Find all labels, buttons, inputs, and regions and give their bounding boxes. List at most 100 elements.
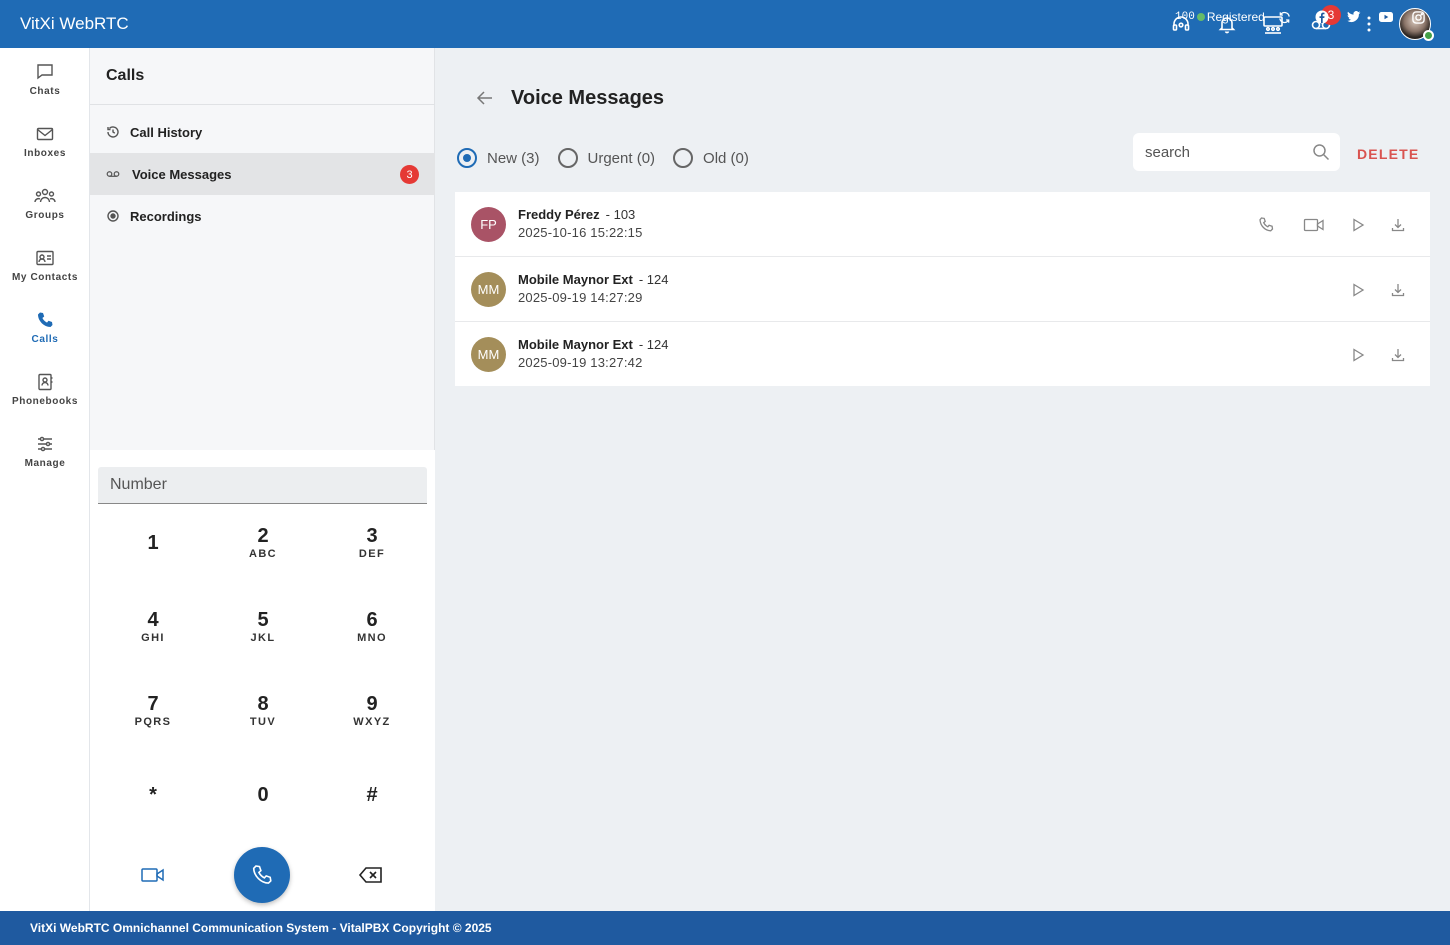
backspace-button[interactable] [356, 860, 386, 890]
chat-icon [37, 63, 53, 79]
caller-name: Mobile Maynor Ext - 124 [518, 272, 669, 287]
registered-dot [1196, 13, 1205, 21]
key-digit: 7 [147, 693, 159, 715]
radio-old[interactable]: Old (0) [673, 148, 749, 168]
registration-status: 100 Registered [1175, 10, 1265, 24]
delete-button[interactable]: DELETE [1357, 146, 1419, 162]
voicemail-icon [106, 167, 120, 181]
caller-extension: - 124 [638, 337, 669, 352]
menu-label: Call History [130, 124, 203, 140]
key-star[interactable]: * [113, 767, 193, 823]
contact-card-icon [36, 250, 54, 265]
nav-calls[interactable]: Calls [0, 296, 90, 358]
nav-label: My Contacts [11, 271, 79, 283]
video-camera-icon [141, 868, 164, 882]
radio-circle [457, 148, 477, 168]
key-7[interactable]: 7 PQRS [113, 683, 193, 739]
avatar: MM [471, 272, 506, 307]
sliders-icon [38, 436, 52, 451]
key-9[interactable]: 9 WXYZ [332, 683, 412, 739]
key-digit: 0 [257, 784, 269, 806]
download-icon[interactable] [1387, 214, 1409, 236]
nav-manage[interactable]: Manage [0, 420, 90, 482]
back-arrow-icon[interactable] [475, 88, 495, 113]
envelope-icon [36, 127, 54, 140]
key-2[interactable]: 2 ABC [223, 515, 303, 571]
search-icon[interactable] [1312, 143, 1330, 166]
caller-extension: - 124 [638, 272, 669, 287]
download-icon[interactable] [1387, 344, 1409, 366]
menu-label: Voice Messages [132, 166, 232, 182]
nav-chats[interactable]: Chats [0, 48, 90, 110]
key-hash[interactable]: # [332, 767, 412, 823]
nav-label: Inboxes [24, 147, 66, 159]
radio-circle [673, 148, 694, 168]
record-icon [106, 209, 120, 223]
radio-label: Old (0) [703, 149, 749, 167]
key-6[interactable]: 6 MNO [332, 599, 412, 655]
key-letters: JKL [250, 632, 276, 644]
dialer: 1 2ABC 3DEF 4GHI 5JKL 6MNO 7PQRS 8TUV 9W… [90, 450, 435, 911]
video-camera-icon[interactable] [1303, 214, 1325, 236]
radio-label: Urgent (0) [587, 149, 656, 167]
key-8[interactable]: 8 TUV [223, 683, 303, 739]
page-title: Voice Messages [511, 87, 665, 109]
menu-recordings[interactable]: Recordings [90, 195, 435, 237]
phone-icon[interactable] [1255, 214, 1277, 236]
history-icon [106, 125, 120, 139]
refresh-icon[interactable] [1277, 10, 1291, 24]
play-icon[interactable] [1347, 344, 1369, 366]
footer-copyright: VitXi WebRTC Omnichannel Communication S… [30, 921, 492, 935]
play-icon[interactable] [1347, 214, 1369, 236]
call-button[interactable] [234, 847, 290, 903]
key-digit: 9 [366, 693, 378, 715]
nav-label: Manage [24, 457, 66, 469]
menu-voice-messages[interactable]: Voice Messages 3 [90, 153, 435, 195]
key-digit: * [149, 784, 157, 806]
key-digit: 3 [366, 525, 378, 547]
key-digit: 4 [147, 609, 159, 631]
caller-name-text: Mobile Maynor Ext [518, 337, 633, 352]
instagram-icon[interactable] [1411, 10, 1425, 24]
nav-inboxes[interactable]: Inboxes [0, 110, 90, 172]
key-0[interactable]: 0 [223, 767, 303, 823]
key-letters: MNO [357, 632, 387, 644]
key-5[interactable]: 5 JKL [223, 599, 303, 655]
twitter-icon[interactable] [1347, 10, 1361, 24]
backspace-icon [358, 867, 382, 883]
app-title: VitXi WebRTC [20, 14, 129, 33]
nav-groups[interactable]: Groups [0, 172, 90, 234]
number-input[interactable] [98, 467, 427, 504]
caller-extension: - 103 [605, 207, 636, 222]
facebook-icon[interactable] [1315, 10, 1329, 24]
extension-number: 100 [1175, 11, 1195, 23]
groups-icon [34, 188, 56, 202]
key-digit: 2 [257, 525, 269, 547]
video-call-button[interactable] [138, 860, 168, 890]
voice-message-list: FP Freddy Pérez - 103 2025-10-16 15:22:15… [455, 192, 1430, 386]
download-icon[interactable] [1387, 279, 1409, 301]
nav-label: Groups [25, 209, 65, 221]
youtube-icon[interactable] [1379, 10, 1393, 24]
radio-new[interactable]: New (3) [457, 148, 540, 168]
list-item[interactable]: FP Freddy Pérez - 103 2025-10-16 15:22:15 [455, 192, 1430, 257]
key-digit: 6 [366, 609, 378, 631]
phonebook-icon [38, 373, 53, 390]
play-icon[interactable] [1347, 279, 1369, 301]
radio-urgent[interactable]: Urgent (0) [557, 148, 656, 168]
key-3[interactable]: 3 DEF [332, 515, 412, 571]
key-1[interactable]: 1 [113, 515, 193, 571]
list-item[interactable]: MM Mobile Maynor Ext - 124 2025-09-19 14:… [455, 257, 1430, 322]
nav-my-contacts[interactable]: My Contacts [0, 234, 90, 296]
status-text: Registered [1206, 10, 1265, 24]
nav-phonebooks[interactable]: Phonebooks [0, 358, 90, 420]
key-digit: 5 [257, 609, 269, 631]
search-input[interactable] [1145, 143, 1305, 161]
message-date: 2025-10-16 15:22:15 [518, 225, 643, 240]
message-date: 2025-09-19 14:27:29 [518, 290, 643, 305]
list-item[interactable]: MM Mobile Maynor Ext - 124 2025-09-19 13:… [455, 322, 1430, 386]
nav-label: Calls [31, 333, 59, 345]
key-4[interactable]: 4 GHI [113, 599, 193, 655]
menu-call-history[interactable]: Call History [90, 111, 435, 153]
nav-label: Chats [29, 85, 61, 97]
